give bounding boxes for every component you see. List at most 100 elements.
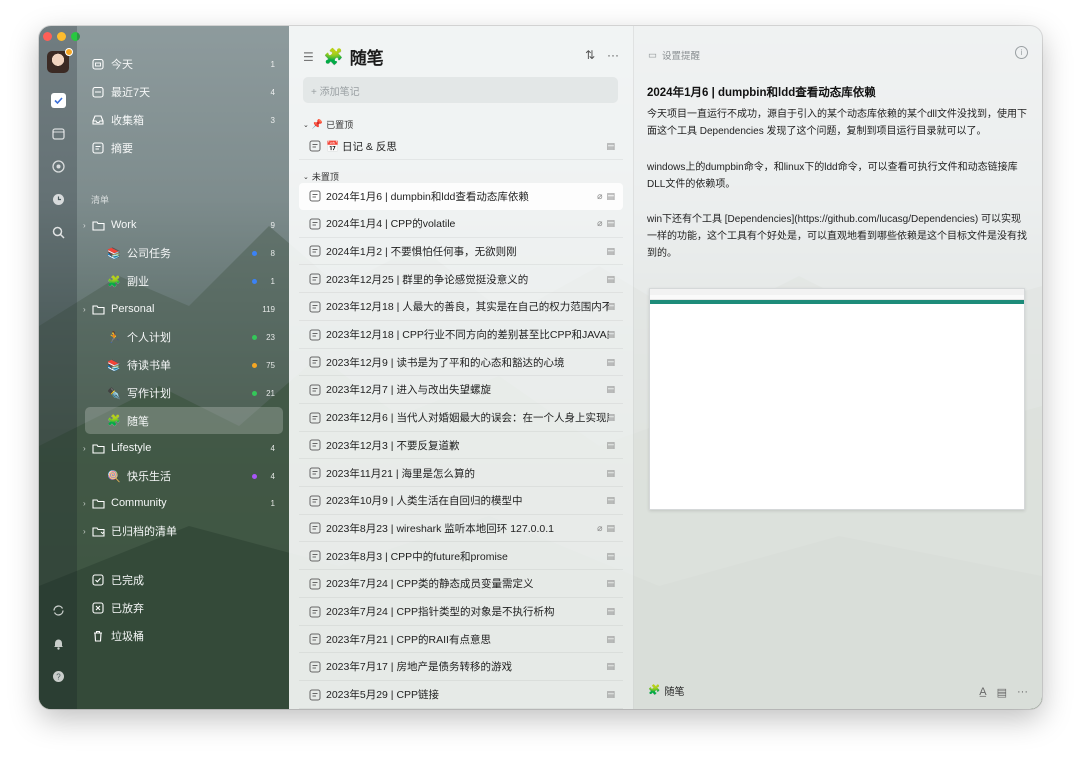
sidebar-item-label: 副业 bbox=[127, 276, 149, 288]
sidebar-item-completed[interactable]: 已完成 bbox=[85, 568, 283, 592]
more-icon[interactable]: ··· bbox=[1017, 686, 1028, 699]
list-item[interactable]: 2023年5月29 | CPP链接 ▤ bbox=[299, 682, 623, 709]
preview-icon: ▤ bbox=[606, 412, 615, 423]
preview-icon: ▤ bbox=[606, 633, 615, 644]
list-item[interactable]: 2024年1月2 | 不要惧怕任何事，无欲则刚 ▤ bbox=[299, 238, 623, 266]
pinned-group-header[interactable]: ⌄ 📌 已置顶 bbox=[303, 118, 353, 131]
search-icon[interactable] bbox=[51, 225, 66, 240]
item-count: 1 bbox=[270, 276, 275, 286]
calendar-icon[interactable] bbox=[51, 126, 66, 141]
comment-icon[interactable]: ▤ bbox=[997, 686, 1007, 699]
chevron-right-icon[interactable]: › bbox=[83, 305, 86, 314]
sidebar-item-inbox[interactable]: 收集箱 3 bbox=[85, 108, 283, 132]
row-icons: ▤ bbox=[606, 634, 615, 645]
list-color-dot bbox=[252, 278, 257, 284]
close-window-button[interactable] bbox=[43, 32, 52, 41]
sidebar-item-label: 快乐生活 bbox=[127, 471, 171, 483]
sync-icon[interactable] bbox=[51, 603, 66, 618]
sidebar-item-abandoned[interactable]: 已放弃 bbox=[85, 596, 283, 620]
sidebar-item-label: 摘要 bbox=[111, 143, 133, 155]
list-item[interactable]: 2023年12月3 | 不要反复道歉 ▤ bbox=[299, 432, 623, 460]
focus-icon[interactable] bbox=[51, 159, 66, 174]
chevron-right-icon[interactable]: › bbox=[83, 499, 86, 508]
list-item[interactable]: 2024年1月6 | dumpbin和ldd查看动态库依赖 ⌀ ▤ bbox=[299, 183, 623, 210]
list-item[interactable]: 2023年12月9 | 读书是为了平和的心态和豁达的心境 ▤ bbox=[299, 349, 623, 377]
sidebar-item-today[interactable]: 今天 1 bbox=[85, 52, 283, 76]
list-item[interactable]: 2023年8月23 | wireshark 监听本地回环 127.0.0.1 ⌀ ▤ bbox=[299, 515, 623, 543]
list-item[interactable]: 2023年12月25 | 群里的争论感觉挺没意义的 ▤ bbox=[299, 266, 623, 294]
preview-icon: ▤ bbox=[606, 384, 615, 395]
task-checkbox-icon[interactable] bbox=[51, 93, 66, 108]
list-item[interactable]: 2023年7月24 | CPP指针类型的对象是不执行析构 ▤ bbox=[299, 599, 623, 626]
list-item[interactable]: 2023年12月18 | 人最大的善良，其实是在自己的权力范围内不去 ▤ bbox=[299, 294, 623, 321]
sidebar-item-happy-life[interactable]: 🍭 快乐生活 4 bbox=[85, 464, 283, 488]
sidebar-item-next7days[interactable]: 最近7天 4 bbox=[85, 80, 283, 104]
note-title-heading[interactable]: 2024年1月6 | dumpbin和ldd查看动态库依赖 bbox=[647, 84, 876, 100]
sort-icon[interactable]: ⇅ bbox=[585, 48, 595, 62]
sidebar-folder-personal[interactable]: › Personal 119 bbox=[83, 297, 283, 321]
minimize-window-button[interactable] bbox=[57, 32, 66, 41]
sidebar-item-writing-plan[interactable]: ✒️ 写作计划 21 bbox=[85, 381, 283, 405]
sidebar-item-reading-list[interactable]: 📚 待读书单 75 bbox=[85, 353, 283, 377]
sidebar-folder-archived[interactable]: › 已归档的清单 bbox=[83, 519, 283, 543]
list-item[interactable]: 2023年12月6 | 当代人对婚姻最大的误会：在一个人身上实现所 ▤ bbox=[299, 405, 623, 432]
info-icon[interactable]: i bbox=[1015, 46, 1028, 59]
row-icons: ▤ bbox=[606, 301, 615, 312]
preview-icon: ▤ bbox=[606, 218, 615, 229]
list-color-dot bbox=[252, 334, 257, 340]
note-list-pane: ☰ 🧩 随笔 ⇅ ··· + 添加笔记 ⌄ 📌 已置顶 📅 日记 & 反思 ▤ … bbox=[289, 26, 634, 709]
sidebar-item-company-tasks[interactable]: 📚 公司任务 8 bbox=[85, 241, 283, 265]
chevron-right-icon[interactable]: › bbox=[83, 527, 86, 536]
sidebar-item-label: 写作计划 bbox=[127, 388, 171, 400]
row-icons: ⌀ ▤ bbox=[597, 191, 615, 202]
sidebar-item-side-project[interactable]: 🧩 副业 1 bbox=[85, 269, 283, 293]
item-count: 8 bbox=[270, 248, 275, 258]
row-icons: ▤ bbox=[606, 468, 615, 479]
item-count: 21 bbox=[266, 388, 275, 398]
note-title: 2024年1月4 | CPP的volatile bbox=[326, 218, 456, 231]
set-reminder-button[interactable]: ▭ 设置提醒 bbox=[648, 48, 700, 63]
sidebar-folder-lifestyle[interactable]: › Lifestyle 4 bbox=[83, 436, 283, 460]
list-item[interactable]: 2023年7月17 | 房地产是债务转移的游戏 ▤ bbox=[299, 654, 623, 681]
help-icon[interactable]: ? bbox=[51, 669, 66, 684]
sidebar-toggle-icon[interactable]: ☰ bbox=[303, 50, 314, 64]
list-item[interactable]: 2023年12月7 | 进入与改出失望螺旋 ▤ bbox=[299, 377, 623, 404]
item-count: 23 bbox=[266, 332, 275, 342]
item-count: 4 bbox=[270, 471, 275, 481]
list-item[interactable]: 2023年11月21 | 海里是怎么算的 ▤ bbox=[299, 460, 623, 487]
note-paragraph[interactable]: win下还有个工具 [Dependencies](https://github.… bbox=[647, 211, 1029, 262]
sidebar-item-summary[interactable]: 摘要 bbox=[85, 136, 283, 160]
item-count: 1 bbox=[270, 59, 275, 69]
sidebar-folder-work[interactable]: › Work 9 bbox=[83, 213, 283, 237]
list-item[interactable]: 2023年10月9 | 人类生活在自回归的模型中 ▤ bbox=[299, 488, 623, 515]
text-format-icon[interactable]: A̲ bbox=[979, 686, 986, 699]
row-icons: ▤ bbox=[606, 440, 615, 451]
sidebar-item-trash[interactable]: 垃圾桶 bbox=[85, 624, 283, 648]
note-paragraph[interactable]: 今天项目一直运行不成功，源自于引入的某个动态库依赖的某个dll文件没找到，使用下… bbox=[647, 106, 1029, 140]
add-note-input[interactable]: + 添加笔记 bbox=[303, 77, 618, 103]
chevron-right-icon[interactable]: › bbox=[83, 221, 86, 230]
runner-icon: 🏃 bbox=[107, 331, 121, 344]
row-icons: ▤ bbox=[606, 246, 615, 257]
chevron-right-icon[interactable]: › bbox=[83, 444, 86, 453]
unpinned-group-header[interactable]: ⌄ 未置顶 bbox=[303, 170, 339, 183]
list-item[interactable]: 2024年1月4 | CPP的volatile ⌀ ▤ bbox=[299, 211, 623, 238]
more-icon[interactable]: ··· bbox=[607, 48, 619, 62]
bell-icon[interactable] bbox=[51, 636, 66, 651]
folder-icon bbox=[91, 218, 105, 232]
sidebar-item-label: 公司任务 bbox=[127, 248, 171, 260]
embedded-screenshot[interactable] bbox=[649, 288, 1025, 510]
list-item[interactable]: 2023年7月21 | CPP的RAII有点意思 ▤ bbox=[299, 626, 623, 654]
summary-icon bbox=[91, 141, 105, 155]
note-paragraph[interactable]: windows上的dumpbin命令，和linux下的ldd命令，可以查看可执行… bbox=[647, 159, 1029, 193]
list-item[interactable]: 2023年8月3 | CPP中的future和promise ▤ bbox=[299, 543, 623, 571]
note-title: 2023年7月17 | 房地产是债务转移的游戏 bbox=[326, 661, 512, 674]
note-list-tag[interactable]: 🧩 随笔 bbox=[648, 683, 684, 698]
sidebar-item-essays[interactable]: 🧩 随笔 bbox=[85, 407, 283, 434]
list-item[interactable]: 2023年7月24 | CPP类的静态成员变量需定义 ▤ bbox=[299, 571, 623, 598]
sidebar-item-personal-plan[interactable]: 🏃 个人计划 23 bbox=[85, 325, 283, 349]
clock-icon[interactable] bbox=[51, 192, 66, 207]
list-item[interactable]: 2023年12月18 | CPP行业不同方向的差别甚至比CPP和JAVA的 ▤ bbox=[299, 322, 623, 349]
sidebar-folder-community[interactable]: › Community 1 bbox=[83, 491, 283, 515]
list-item[interactable]: 📅 日记 & 反思 ▤ bbox=[299, 133, 623, 160]
